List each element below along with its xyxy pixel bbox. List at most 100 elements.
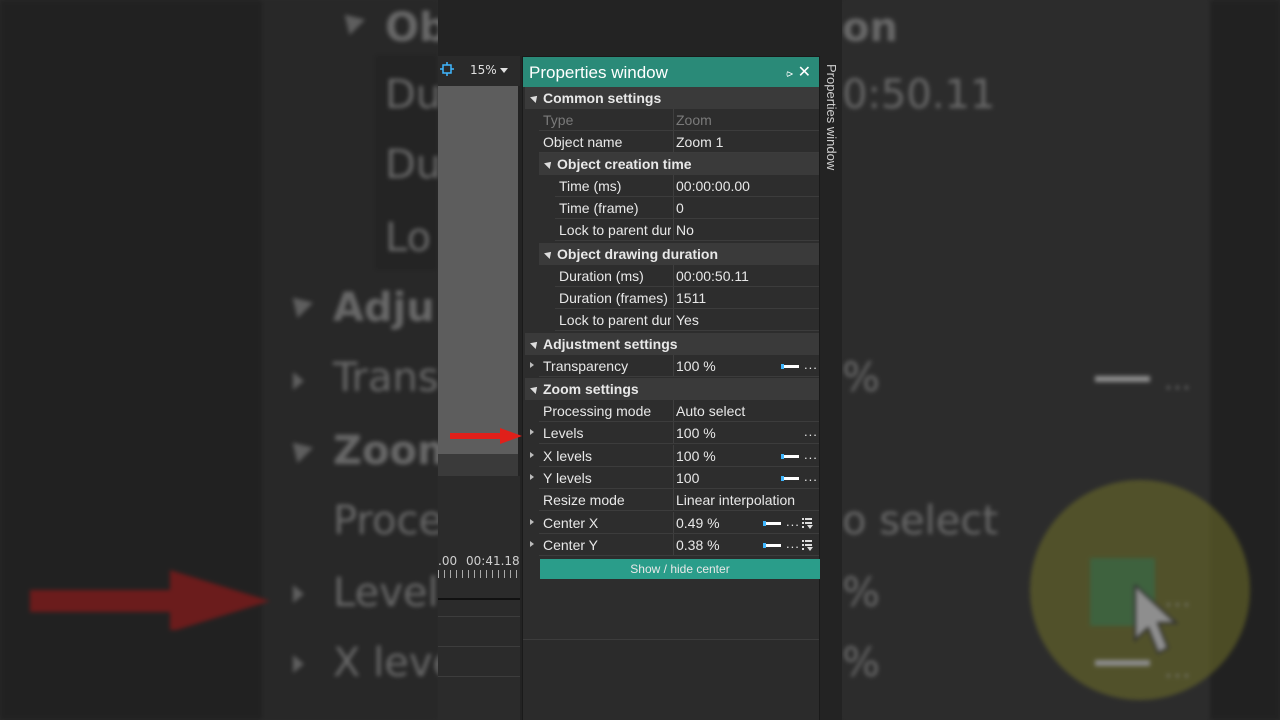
row-label: Lock to parent duration	[559, 222, 671, 238]
slider-icon[interactable]	[781, 454, 799, 459]
bg-text-du2: Du	[385, 142, 442, 188]
duration-ms-field[interactable]: 00:00:50.11	[676, 268, 749, 284]
time-ms-field[interactable]: 00:00:00.00	[676, 178, 750, 194]
expand-arrow-icon[interactable]	[530, 474, 534, 480]
row-resize-mode[interactable]: Resize mode Linear interpolation	[525, 489, 819, 511]
duration-frames-field[interactable]: 1511	[676, 290, 706, 306]
column-divider	[673, 355, 674, 377]
timeline[interactable]: .00 00:41.18	[438, 476, 520, 720]
row-duration-ms[interactable]: Duration (ms) 00:00:50.11	[525, 265, 819, 287]
row-divider	[539, 555, 819, 556]
timeline-ruler	[438, 570, 520, 578]
slider-icon[interactable]	[763, 543, 781, 548]
row-time-ms[interactable]: Time (ms) 00:00:00.00	[525, 175, 819, 197]
processing-mode-select[interactable]: Auto select	[676, 403, 745, 419]
collapse-triangle-icon[interactable]	[530, 93, 540, 103]
show-hide-center-button[interactable]: Show / hide center	[540, 559, 820, 579]
more-options-button[interactable]: ...	[804, 357, 818, 372]
column-divider	[673, 512, 674, 534]
zoom-level-select[interactable]: 15%	[470, 63, 497, 77]
column-divider	[673, 287, 674, 309]
expand-arrow-icon[interactable]	[530, 362, 534, 368]
expand-arrow-icon[interactable]	[530, 519, 534, 525]
expand-arrow-icon[interactable]	[530, 429, 534, 435]
column-divider	[673, 445, 674, 467]
row-x-levels[interactable]: X levels 100 % ...	[525, 445, 819, 467]
fit-to-screen-icon[interactable]	[440, 62, 454, 76]
bg-red-arrow-icon	[30, 570, 270, 630]
timeline-track-line	[438, 616, 520, 617]
column-divider	[673, 534, 674, 556]
collapse-triangle-icon[interactable]	[530, 339, 540, 349]
timecode-left: .00	[438, 554, 458, 568]
collapse-triangle-icon[interactable]	[530, 384, 540, 394]
row-label: Transparency	[543, 358, 629, 374]
levels-field[interactable]: 100 %	[676, 425, 716, 441]
lock-parent-select[interactable]: Yes	[676, 312, 699, 328]
row-levels[interactable]: Levels 100 % ...	[525, 422, 819, 444]
row-label: Lock to parent duration	[559, 312, 671, 328]
column-divider	[673, 175, 674, 197]
row-lock-parent-2[interactable]: Lock to parent duration Yes	[525, 309, 819, 331]
slider-icon[interactable]	[763, 521, 781, 526]
row-lock-parent-1[interactable]: Lock to parent duration No	[525, 219, 819, 241]
object-name-field[interactable]: Zoom 1	[676, 134, 723, 150]
column-divider	[673, 109, 674, 131]
time-frame-field[interactable]: 0	[676, 200, 684, 216]
close-icon[interactable]: ✕	[798, 62, 811, 81]
row-duration-frames[interactable]: Duration (frames) 1511	[525, 287, 819, 309]
row-transparency[interactable]: Transparency 100 % ...	[525, 355, 819, 377]
section-label: Object creation time	[557, 156, 692, 172]
column-divider	[673, 131, 674, 153]
center-y-field[interactable]: 0.38 %	[676, 537, 720, 553]
row-y-levels[interactable]: Y levels 100 ...	[525, 467, 819, 489]
collapse-triangle-icon[interactable]	[544, 159, 554, 169]
expand-arrow-icon[interactable]	[530, 541, 534, 547]
resize-mode-select[interactable]: Linear interpolation	[676, 492, 795, 508]
row-processing-mode[interactable]: Processing mode Auto select	[525, 400, 819, 422]
row-center-x[interactable]: Center X 0.49 % ...	[525, 512, 819, 534]
bg-slider-1	[1095, 376, 1150, 382]
bg-text-pct1: %	[842, 355, 881, 401]
row-label: Y levels	[543, 470, 592, 486]
chevron-down-icon[interactable]	[500, 68, 508, 73]
center-x-field[interactable]: 0.49 %	[676, 515, 720, 531]
keyframe-list-icon[interactable]	[802, 517, 814, 529]
slider-icon[interactable]	[781, 364, 799, 369]
section-adjustment-settings[interactable]: Adjustment settings	[525, 333, 819, 355]
more-options-button[interactable]: ...	[786, 514, 800, 529]
row-object-name[interactable]: Object name Zoom 1	[525, 131, 819, 153]
section-zoom-settings[interactable]: Zoom settings	[525, 378, 819, 400]
row-label: Center Y	[543, 537, 598, 553]
bg-text-adjust: Adju	[333, 285, 435, 331]
timecode-right: 00:41.18	[466, 554, 520, 568]
section-label: Object drawing duration	[557, 246, 719, 262]
keyframe-list-icon[interactable]	[802, 539, 814, 551]
more-options-button[interactable]: ...	[804, 469, 818, 484]
row-divider	[539, 510, 819, 511]
row-divider	[555, 240, 819, 241]
more-options-button[interactable]: ...	[804, 447, 818, 462]
section-object-drawing-duration[interactable]: Object drawing duration	[539, 243, 819, 265]
section-label: Adjustment settings	[543, 336, 678, 352]
collapse-triangle-icon[interactable]	[544, 249, 554, 259]
y-levels-field[interactable]: 100	[676, 470, 699, 486]
x-levels-field[interactable]: 100 %	[676, 448, 716, 464]
bg-text-lo: Lo	[385, 215, 432, 261]
row-divider	[539, 443, 819, 444]
section-object-creation-time[interactable]: Object creation time	[539, 153, 819, 175]
row-label: Time (ms)	[559, 178, 622, 194]
pin-icon[interactable]: ⪧	[786, 66, 793, 81]
slider-icon[interactable]	[781, 476, 799, 481]
more-options-button[interactable]: ...	[786, 536, 800, 551]
row-center-y[interactable]: Center Y 0.38 % ...	[525, 534, 819, 556]
more-options-button[interactable]: ...	[804, 424, 818, 439]
column-divider	[673, 467, 674, 489]
section-common-settings[interactable]: Common settings	[525, 87, 819, 109]
bg-dots-3: ...	[1165, 658, 1192, 683]
properties-side-tab[interactable]: Properties window	[820, 56, 842, 256]
row-time-frame[interactable]: Time (frame) 0	[525, 197, 819, 219]
lock-parent-select[interactable]: No	[676, 222, 694, 238]
transparency-field[interactable]: 100 %	[676, 358, 716, 374]
expand-arrow-icon[interactable]	[530, 452, 534, 458]
